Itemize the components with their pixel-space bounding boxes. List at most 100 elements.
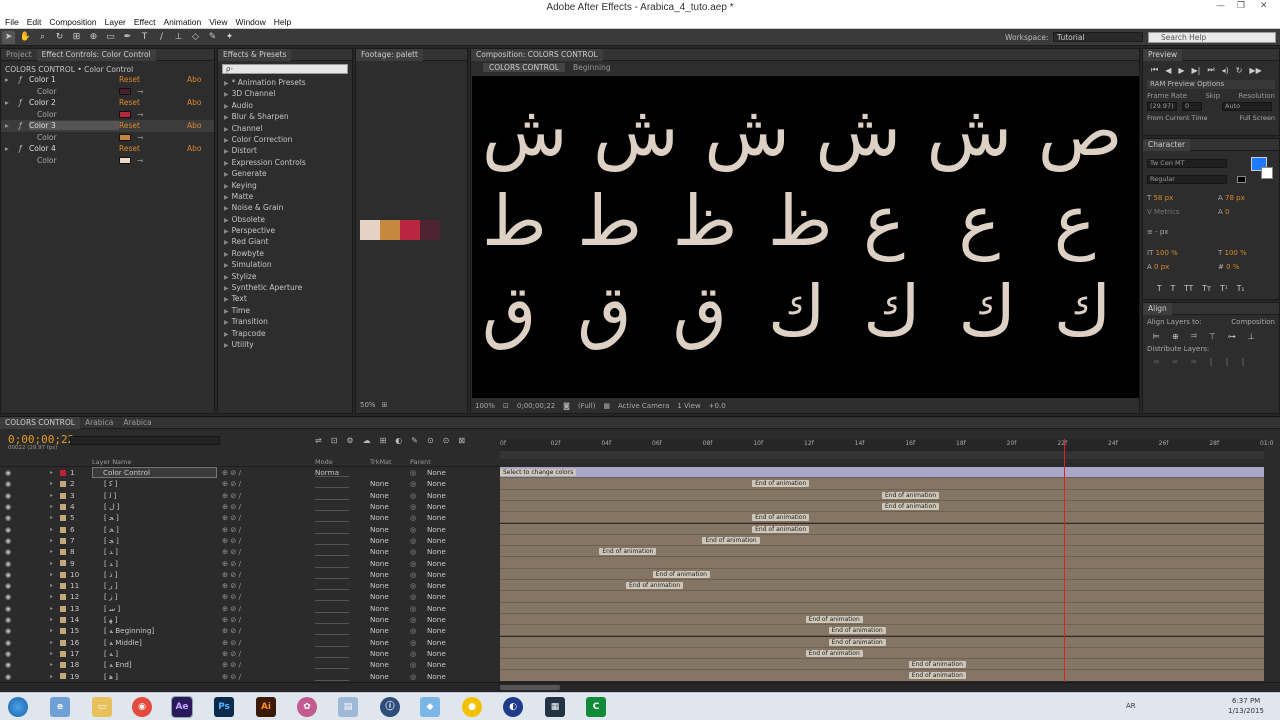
visibility-eye-icon[interactable]: ◉ bbox=[5, 502, 11, 511]
effect-category-item[interactable]: ▶ Rowbyte bbox=[218, 248, 352, 259]
layer-parent-dropdown[interactable]: None bbox=[427, 570, 477, 579]
layer-name[interactable]: [ ﺯ ] bbox=[92, 592, 217, 601]
layer-mode-dropdown[interactable] bbox=[315, 479, 349, 489]
layer-comment-marker[interactable]: End of animation bbox=[805, 649, 863, 657]
layer-trkmat-dropdown[interactable]: None bbox=[370, 638, 400, 647]
layer-row[interactable]: ◉ ▸ 4 [ ﻝ ] ⊕ ⊘ / None ◎ None bbox=[0, 501, 500, 512]
hscale-value[interactable]: 100 % bbox=[1225, 249, 1247, 257]
stroke-color-swatch[interactable] bbox=[1261, 167, 1273, 179]
col-mode[interactable]: Mode bbox=[315, 458, 333, 466]
subscript-button[interactable]: T₁ bbox=[1237, 284, 1245, 293]
parent-pickwhip-icon[interactable]: ◎ bbox=[410, 491, 416, 500]
layer-name[interactable]: [ ﻟ ] bbox=[92, 491, 217, 500]
layer-comment-marker[interactable]: End of animation bbox=[805, 615, 863, 623]
layer-label-color[interactable] bbox=[60, 537, 66, 544]
comp-region-icon[interactable]: ⊡ bbox=[503, 402, 509, 410]
layer-switches[interactable]: ⊕ ⊘ / bbox=[222, 513, 241, 522]
layer-parent-dropdown[interactable]: None bbox=[427, 525, 477, 534]
expand-triangle-icon[interactable]: ▶ bbox=[224, 137, 229, 144]
leading-value[interactable]: 78 px bbox=[1225, 194, 1245, 202]
layer-label-color[interactable] bbox=[60, 583, 66, 589]
keyframe-icon[interactable]: ⊙ bbox=[443, 436, 450, 445]
layer-parent-dropdown[interactable]: None bbox=[427, 536, 477, 545]
layer-row[interactable]: ◉ ▸ 14 [ ﻬ ] ⊕ ⊘ / None ◎ None bbox=[0, 614, 500, 625]
distribute-top-icon[interactable]: ≡ bbox=[1153, 357, 1160, 366]
layer-trkmat-dropdown[interactable]: None bbox=[370, 604, 400, 613]
layer-switches[interactable]: ⊕ ⊘ / bbox=[222, 626, 241, 635]
color-swatch[interactable] bbox=[119, 87, 131, 95]
layer-switches[interactable]: ⊕ ⊘ / bbox=[222, 570, 241, 579]
align-left-icon[interactable]: ⊨ bbox=[1153, 332, 1160, 341]
last-frame-icon[interactable]: ⏭ bbox=[1207, 65, 1214, 75]
layer-name[interactable]: [ ﺨ ] bbox=[92, 525, 217, 534]
font-family-dropdown[interactable]: Tw Cen MT bbox=[1147, 159, 1227, 168]
breadcrumb-beginning[interactable]: Beginning bbox=[573, 63, 611, 72]
effect-category-item[interactable]: ▶ Utility bbox=[218, 339, 352, 350]
selection-tool-icon[interactable]: ➤ bbox=[2, 30, 15, 44]
layer-duration-bar[interactable]: End of animation bbox=[500, 512, 1264, 524]
layer-name[interactable]: [ ﺤ ] bbox=[92, 513, 217, 522]
effect-about-link[interactable]: Abo bbox=[187, 121, 201, 130]
effect-toggle-icon[interactable]: ▸ bbox=[1, 75, 19, 84]
layer-name[interactable]: [ ﻛ ] bbox=[92, 479, 217, 488]
layer-label-color[interactable] bbox=[60, 503, 66, 510]
layer-expand-triangle[interactable]: ▸ bbox=[50, 661, 53, 668]
layer-mode-dropdown[interactable] bbox=[315, 570, 349, 579]
layer-trkmat-dropdown[interactable]: None bbox=[370, 525, 400, 534]
layer-mode-dropdown[interactable] bbox=[315, 626, 349, 636]
effect-category-item[interactable]: ▶ Perspective bbox=[218, 225, 352, 236]
small-caps-button[interactable]: Tт bbox=[1202, 284, 1211, 293]
effect-category-item[interactable]: ▶ Trapcode bbox=[218, 328, 352, 339]
shy-icon[interactable]: ☁ bbox=[363, 436, 371, 445]
layer-parent-dropdown[interactable]: None bbox=[427, 491, 477, 500]
layer-duration-bar[interactable]: Select to change colors bbox=[500, 467, 1264, 479]
effects-search-input[interactable]: ρ- bbox=[222, 64, 348, 74]
layer-label-color[interactable] bbox=[60, 673, 66, 680]
effect-row[interactable]: ▸ ƒ Color 2 Reset Abo bbox=[1, 97, 214, 109]
effect-category-item[interactable]: ▶ 3D Channel bbox=[218, 88, 352, 99]
eraser-tool-icon[interactable]: ◇ bbox=[189, 31, 202, 44]
layer-parent-dropdown[interactable]: None bbox=[427, 649, 477, 658]
layer-label-color[interactable] bbox=[60, 605, 66, 612]
effect-row[interactable]: ▸ ƒ Color 4 Reset Abo bbox=[1, 143, 214, 155]
effect-category-item[interactable]: ▶ Channel bbox=[218, 123, 352, 134]
distribute-bottom-icon[interactable]: ≡ bbox=[1190, 357, 1197, 366]
layer-label-color[interactable] bbox=[60, 571, 66, 578]
visibility-eye-icon[interactable]: ◉ bbox=[5, 559, 11, 568]
layer-mode-dropdown[interactable] bbox=[315, 592, 349, 602]
effect-toggle-icon[interactable]: ▸ bbox=[1, 121, 19, 130]
graph-editor-icon[interactable]: ⊙ bbox=[427, 436, 434, 445]
align-bottom-icon[interactable]: ⊥ bbox=[1248, 332, 1255, 341]
layer-trkmat-dropdown[interactable]: None bbox=[370, 592, 400, 601]
effect-category-item[interactable]: ▶ Keying bbox=[218, 180, 352, 191]
layer-comment-marker[interactable]: Select to change colors bbox=[500, 469, 577, 476]
prev-frame-icon[interactable]: ◀ bbox=[1165, 66, 1171, 75]
parent-pickwhip-icon[interactable]: ◎ bbox=[410, 672, 416, 681]
layer-row[interactable]: ◉ ▸ 7 [ ﺠ ] ⊕ ⊘ / None ◎ None bbox=[0, 535, 500, 546]
roto-tool-icon[interactable]: ✎ bbox=[206, 31, 219, 44]
breadcrumb-colors-control[interactable]: COLORS CONTROL bbox=[483, 63, 565, 72]
eyedropper-icon[interactable]: ⊸ bbox=[137, 156, 143, 165]
ram-preview-icon[interactable]: ▶▶ bbox=[1249, 66, 1261, 75]
layer-expand-triangle[interactable]: ▸ bbox=[50, 571, 53, 578]
effect-row[interactable]: ▸ ƒ Color 3 Reset Abo bbox=[1, 120, 214, 132]
layer-switches[interactable]: ⊕ ⊘ / bbox=[222, 649, 241, 658]
visibility-eye-icon[interactable]: ◉ bbox=[5, 592, 11, 601]
draft3d-icon[interactable]: ⚙ bbox=[346, 436, 353, 445]
visibility-eye-icon[interactable]: ◉ bbox=[5, 468, 11, 477]
tab-project[interactable]: Project bbox=[1, 49, 37, 61]
layer-expand-triangle[interactable]: ▸ bbox=[50, 537, 53, 544]
app-icon-3[interactable]: ⓘ bbox=[380, 697, 400, 717]
tab-align[interactable]: Align bbox=[1143, 302, 1172, 315]
effect-category-item[interactable]: ▶ Blur & Sharpen bbox=[218, 111, 352, 122]
layer-trkmat-dropdown[interactable]: None bbox=[370, 570, 400, 579]
layer-duration-bar[interactable]: End of animation bbox=[500, 568, 1264, 580]
layer-duration-bar[interactable]: End of animation bbox=[500, 659, 1264, 671]
parent-pickwhip-icon[interactable]: ◎ bbox=[410, 626, 416, 635]
effect-category-item[interactable]: ▶ Simulation bbox=[218, 259, 352, 270]
full-screen-checkbox[interactable]: Full Screen bbox=[1239, 114, 1275, 122]
layer-comment-marker[interactable]: End of animation bbox=[828, 627, 886, 635]
expand-triangle-icon[interactable]: ▶ bbox=[224, 171, 229, 178]
layer-mode-dropdown[interactable] bbox=[315, 525, 349, 534]
layer-comment-marker[interactable]: End of animation bbox=[882, 491, 940, 499]
